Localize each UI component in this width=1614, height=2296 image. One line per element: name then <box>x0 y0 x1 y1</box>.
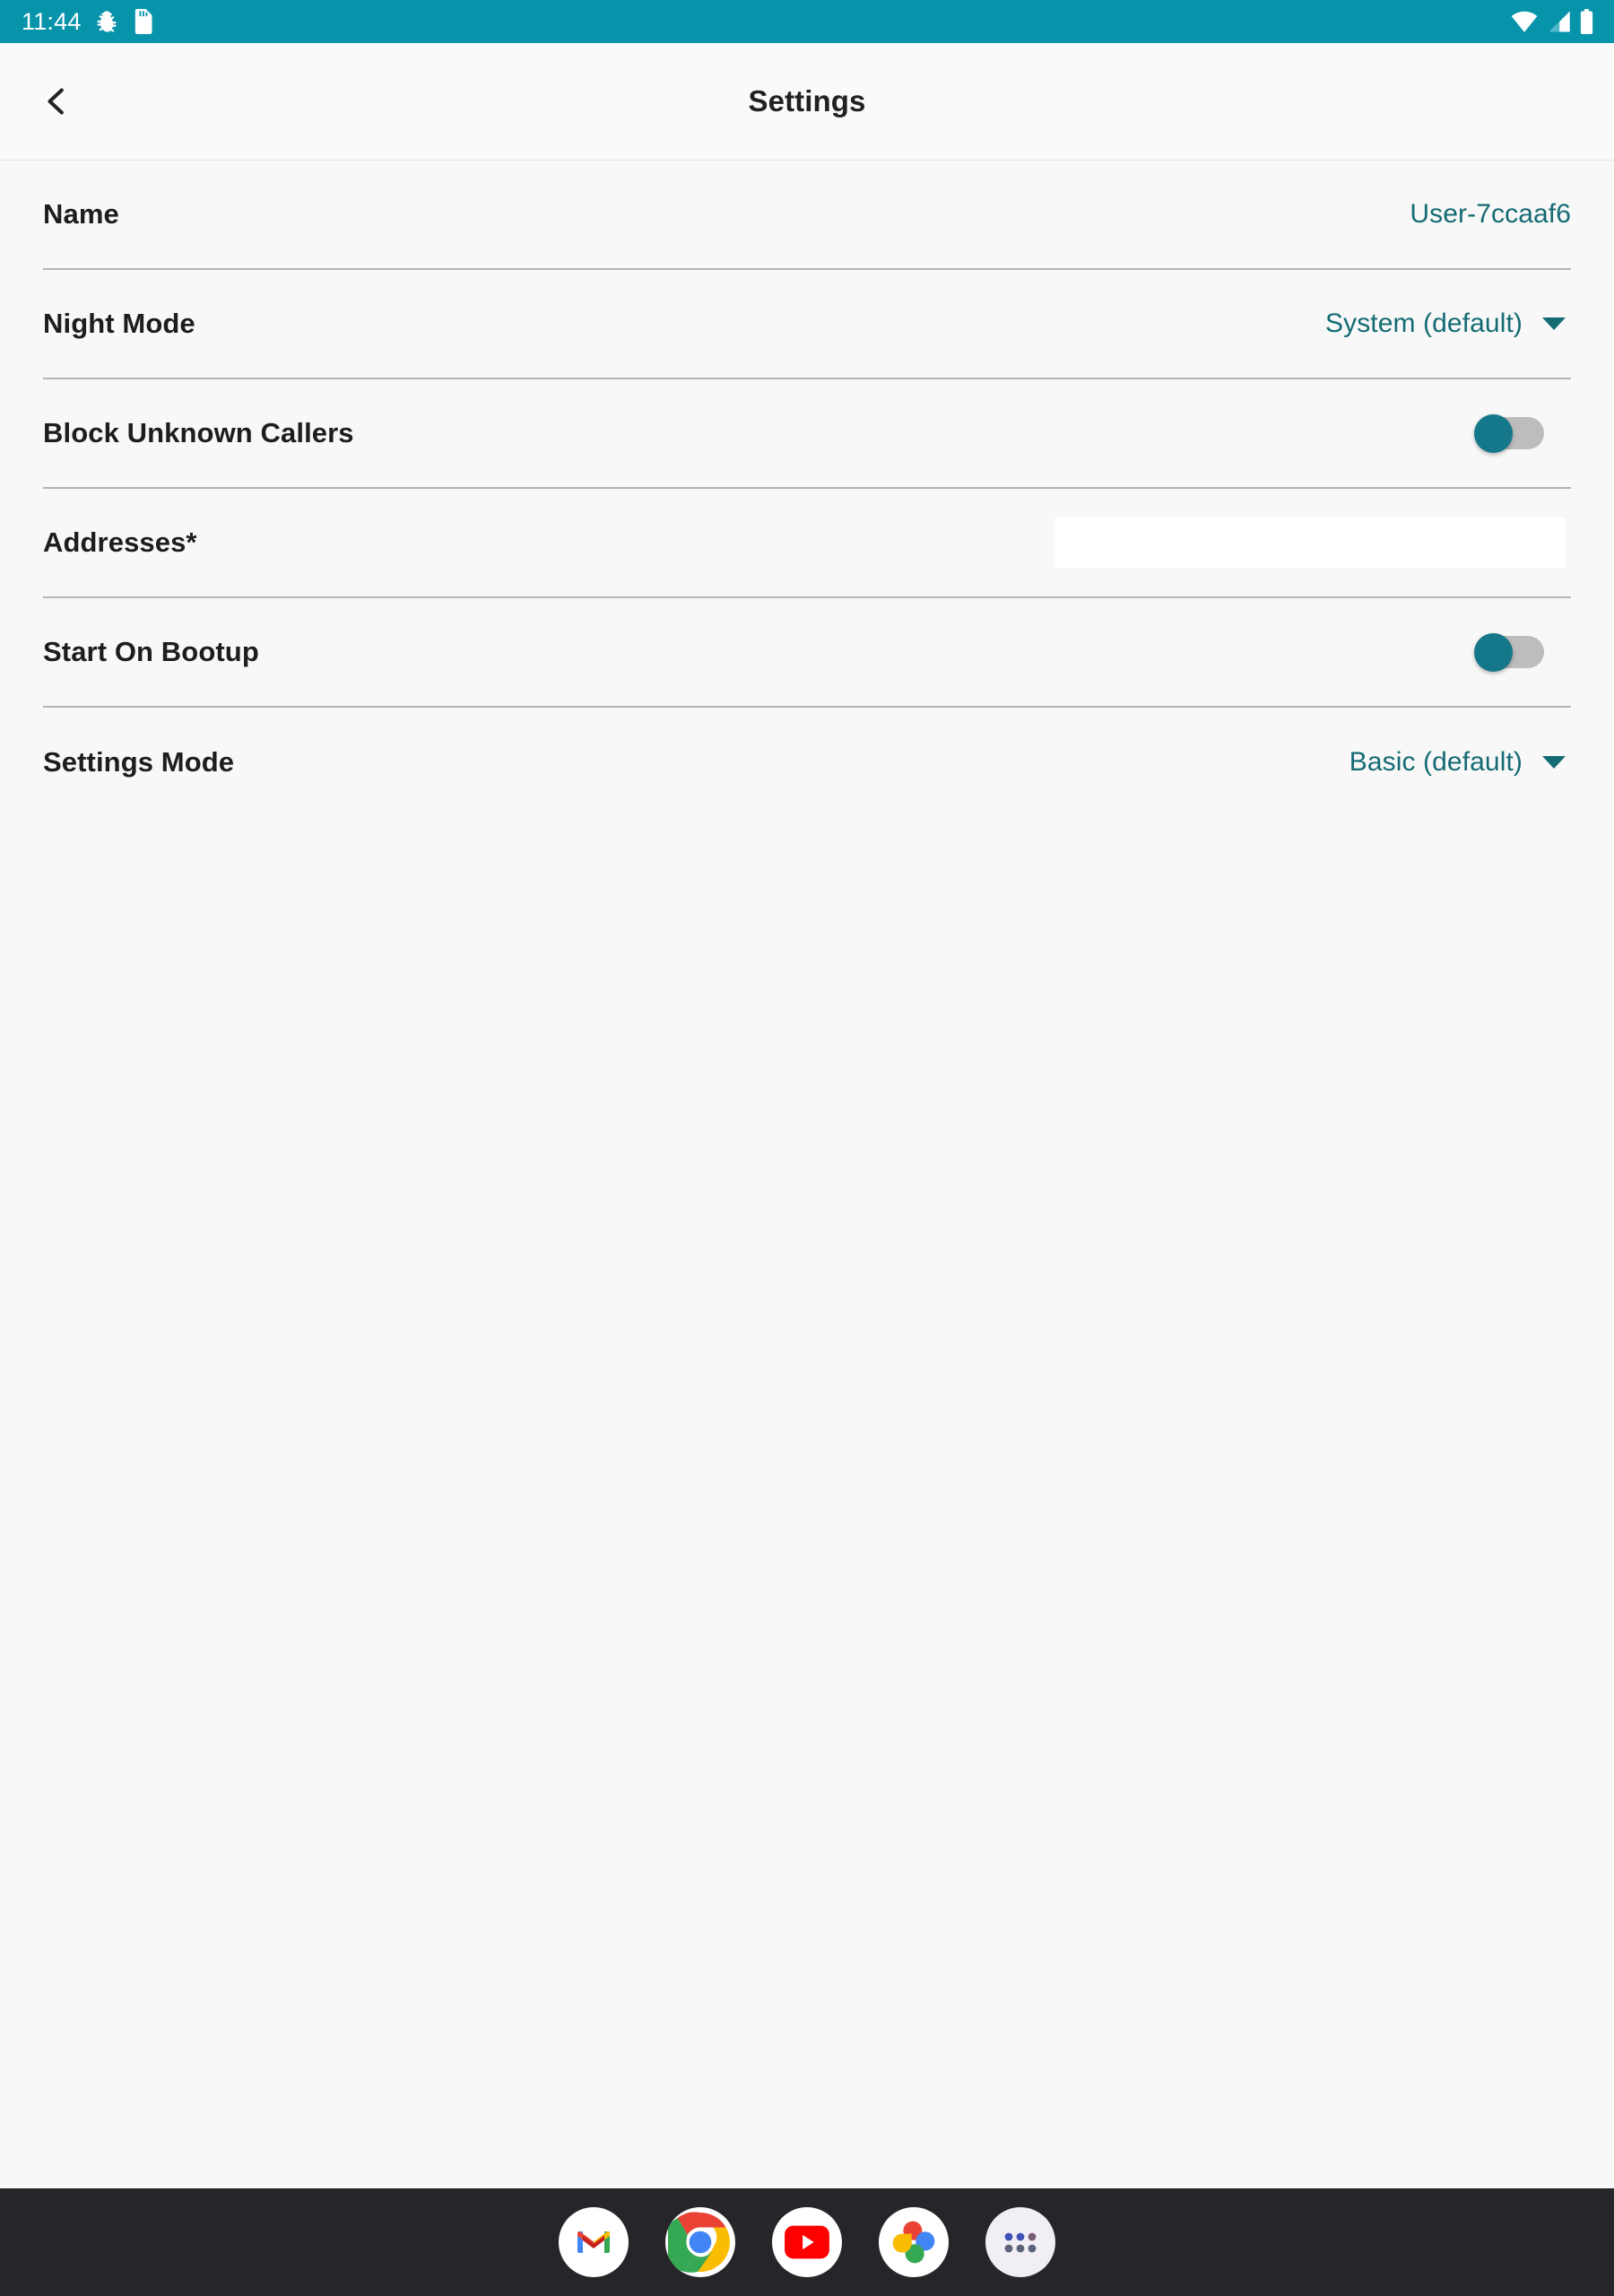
sd-card-icon <box>132 9 153 34</box>
setting-row-start-on-bootup[interactable]: Start On Bootup <box>43 598 1571 708</box>
toggle-thumb <box>1474 413 1513 453</box>
block-unknown-callers-toggle[interactable] <box>1474 413 1544 453</box>
status-bar-clock: 11:44 <box>22 7 82 35</box>
setting-row-addresses[interactable]: Addresses* <box>43 489 1571 598</box>
google-photos-app-icon[interactable] <box>879 2207 949 2277</box>
chrome-app-icon[interactable] <box>665 2207 735 2277</box>
name-value[interactable]: User-7ccaaf6 <box>1410 199 1571 230</box>
chevron-down-icon <box>1542 317 1566 330</box>
bug-icon <box>94 9 119 34</box>
app-bar: Settings <box>0 43 1614 161</box>
page-title: Settings <box>748 84 866 117</box>
start-on-bootup-toggle[interactable] <box>1474 632 1544 672</box>
setting-value-group: User-7ccaaf6 <box>1410 199 1571 230</box>
settings-mode-dropdown[interactable]: Basic (default) <box>1349 747 1571 778</box>
back-button[interactable] <box>27 72 86 131</box>
status-bar-right <box>1511 9 1594 34</box>
battery-icon <box>1579 9 1594 34</box>
setting-row-settings-mode[interactable]: Settings Mode Basic (default) <box>43 708 1571 817</box>
addresses-input[interactable] <box>1054 517 1566 568</box>
youtube-app-icon[interactable] <box>772 2207 842 2277</box>
wifi-icon <box>1511 10 1538 33</box>
app-dock <box>0 2188 1614 2296</box>
cellular-signal-icon <box>1546 10 1571 33</box>
setting-label: Name <box>43 198 119 230</box>
setting-label: Addresses* <box>43 526 197 558</box>
setting-row-block-unknown-callers[interactable]: Block Unknown Callers <box>43 379 1571 489</box>
setting-row-night-mode[interactable]: Night Mode System (default) <box>43 270 1571 379</box>
setting-label: Start On Bootup <box>43 636 259 667</box>
status-bar: 11:44 <box>0 0 1614 43</box>
setting-label: Night Mode <box>43 308 195 339</box>
status-bar-left: 11:44 <box>22 9 153 34</box>
setting-label: Settings Mode <box>43 746 235 778</box>
night-mode-dropdown[interactable]: System (default) <box>1325 309 1571 339</box>
night-mode-value: System (default) <box>1324 309 1523 338</box>
toggle-thumb <box>1474 632 1513 672</box>
setting-label: Block Unknown Callers <box>43 417 354 448</box>
setting-row-name[interactable]: Name User-7ccaaf6 <box>43 161 1571 270</box>
settings-list: Name User-7ccaaf6 Night Mode System (def… <box>0 161 1614 817</box>
chevron-left-icon <box>39 83 74 119</box>
gmail-app-icon[interactable] <box>559 2207 629 2277</box>
app-drawer-icon[interactable] <box>985 2207 1055 2277</box>
settings-mode-value: Basic (default) <box>1349 747 1523 777</box>
chevron-down-icon <box>1542 756 1566 769</box>
